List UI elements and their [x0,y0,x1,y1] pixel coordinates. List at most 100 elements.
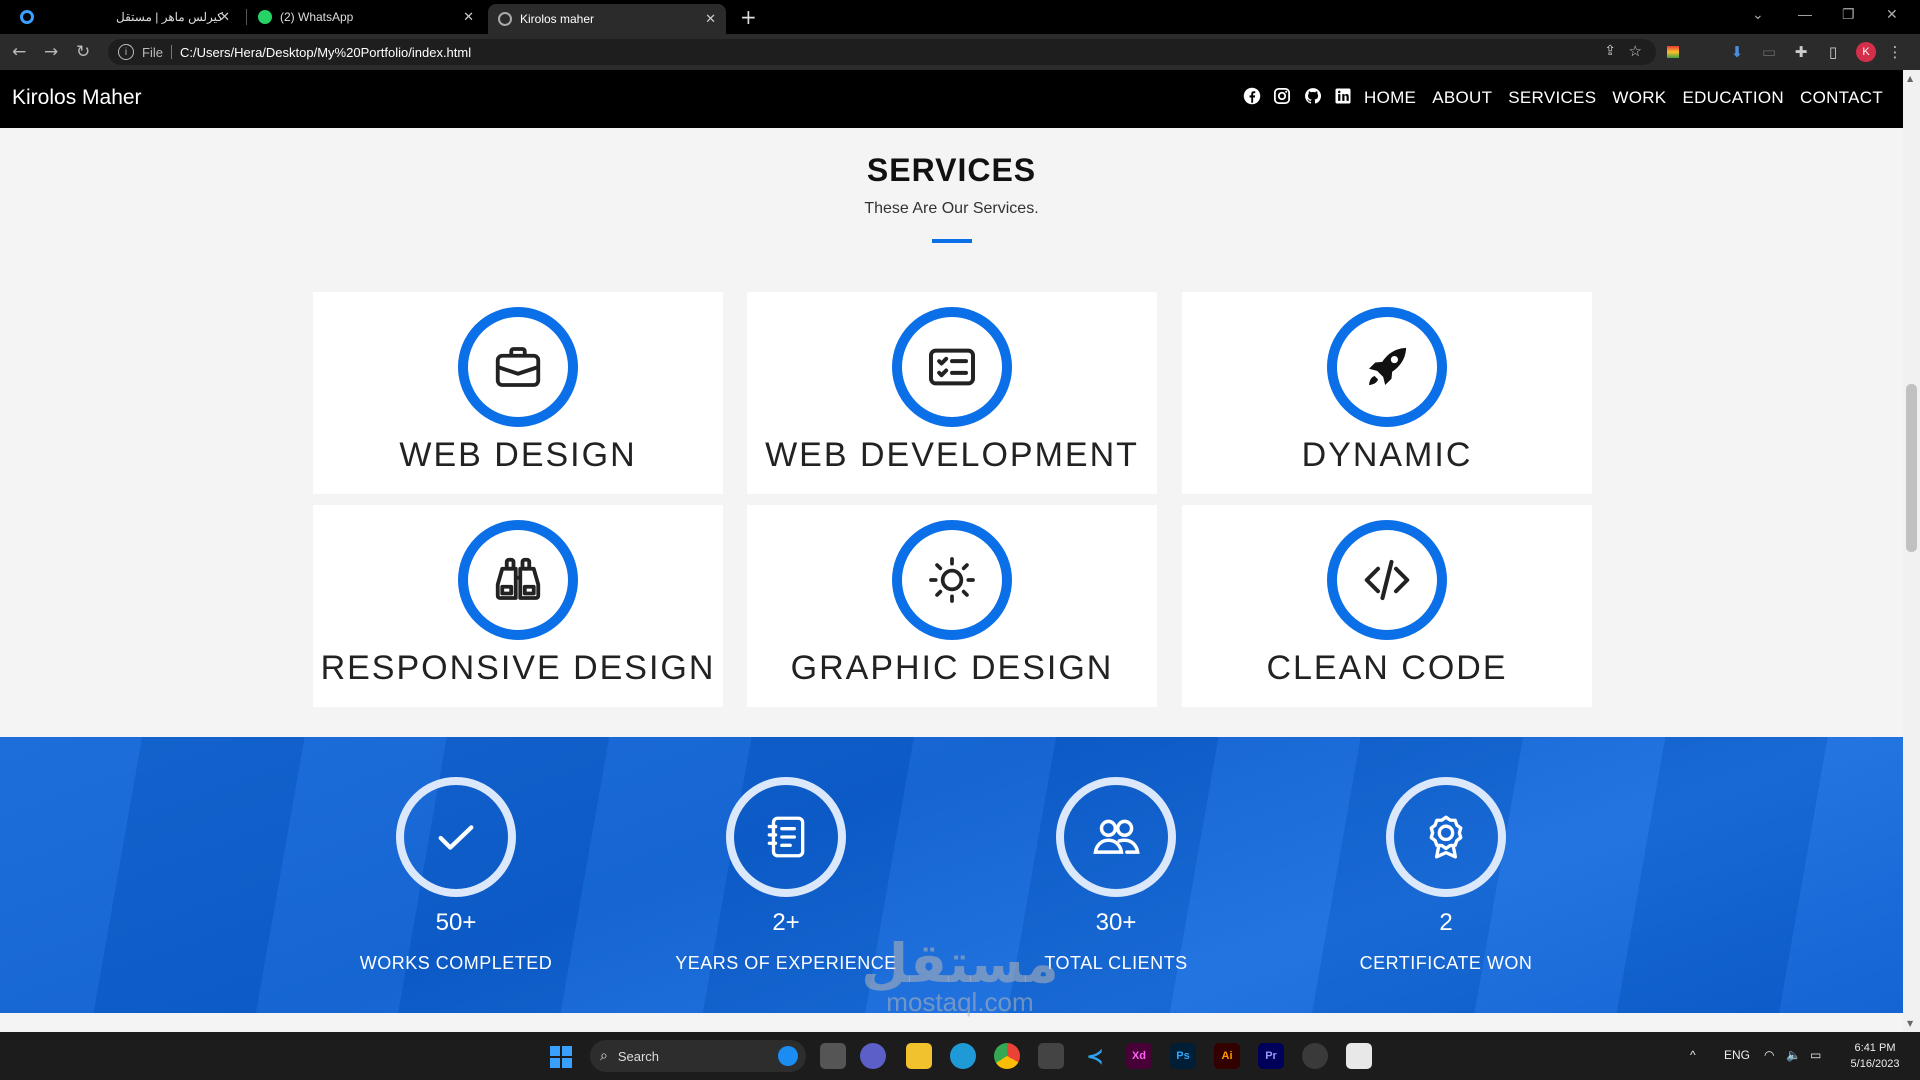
scrollbar-thumb[interactable] [1906,384,1917,552]
service-card-graphic-design: GRAPHIC DESIGN [747,505,1157,707]
services-title: SERVICES [866,152,1037,188]
service-label: RESPONSIVE DESIGN [320,649,716,687]
premiere-icon[interactable]: Pr [1258,1043,1284,1069]
service-icon-ring [892,307,1012,427]
stat-certificate-won: 2 CERTIFICATE WON [1326,777,1566,974]
chrome-icon[interactable] [994,1043,1020,1069]
close-icon[interactable]: ✕ [463,9,474,25]
github-icon[interactable] [1304,87,1322,105]
extension-gray-icon[interactable]: ▭ [1760,43,1778,61]
nav-about[interactable]: ABOUT [1432,88,1492,108]
facebook-icon[interactable] [1243,87,1261,105]
scroll-down-icon[interactable]: ▼ [1907,1019,1913,1028]
nav-services[interactable]: SERVICES [1508,88,1596,108]
task-view-icon[interactable] [820,1043,846,1069]
close-icon[interactable]: ✕ [219,9,230,25]
address-bar[interactable]: i File C:/Users/Hera/Desktop/My%20Portfo… [108,39,1656,65]
obs-icon[interactable] [1302,1043,1328,1069]
photoshop-icon[interactable]: Ps [1170,1043,1196,1069]
instagram-icon[interactable] [1273,87,1291,105]
stat-caption: WORKS COMPLETED [359,953,553,973]
title-underline [932,239,972,243]
search-icon: ⌕ [600,1048,608,1064]
service-card-web-development: WEB DEVELOPMENT [747,292,1157,494]
xd-icon[interactable]: Xd [1126,1043,1152,1069]
service-icon-ring [458,520,578,640]
clock-time: 6:41 PM [1854,1042,1896,1054]
vscode-icon[interactable]: ≺ [1082,1043,1108,1069]
tab-mostaql[interactable]: كيرلس ماهر | مستقل ✕ [104,0,240,34]
minimize-button[interactable]: — [1798,6,1812,22]
close-window-button[interactable]: ✕ [1886,6,1898,23]
mostaql-watermark: مستقل mostaql.com [845,935,1075,1018]
services-section: SERVICES These Are Our Services. WEB DES… [0,128,1903,737]
download-extension-icon[interactable]: ⬇ [1728,43,1746,61]
tab-title: Kirolos maher [520,12,595,26]
extensions-puzzle-icon[interactable]: ✚ [1792,43,1810,61]
stat-icon-ring [396,777,516,897]
service-card-responsive-design: RESPONSIVE DESIGN [313,505,723,707]
volume-icon[interactable]: 🔈 [1786,1048,1801,1062]
service-card-web-design: WEB DESIGN [313,292,723,494]
tab-kirolos[interactable]: Kirolos maher ✕ [488,4,726,34]
code-icon [1364,559,1410,601]
rocket-icon [1369,347,1407,385]
tab-title: كيرلس ماهر | مستقل [116,10,223,24]
page-scrollbar[interactable]: ▲ ▼ [1903,70,1920,1032]
award-icon [1429,815,1463,859]
tray-chevron-icon[interactable]: ^ [1690,1048,1696,1062]
service-label: GRAPHIC DESIGN [790,649,1114,687]
nav-home[interactable]: HOME [1364,88,1416,108]
snipping-tool-icon[interactable] [1346,1043,1372,1069]
nav-education[interactable]: EDUCATION [1682,88,1784,108]
stat-value: 2 [1439,909,1453,936]
illustrator-icon[interactable]: Ai [1214,1043,1240,1069]
site-nav-links: HOME ABOUT SERVICES WORK EDUCATION CONTA… [1364,88,1883,108]
input-language[interactable]: ENG [1724,1048,1750,1062]
edge-icon[interactable] [950,1043,976,1069]
file-explorer-icon[interactable] [906,1043,932,1069]
taskbar-clock[interactable]: 6:41 PM 5/16/2023 [1842,1040,1908,1072]
search-label: Search [617,1048,660,1064]
nav-work[interactable]: WORK [1612,88,1666,108]
chat-icon[interactable] [860,1043,886,1069]
new-tab-button[interactable]: + [740,5,757,29]
linkedin-icon[interactable] [1334,87,1352,105]
share-icon[interactable]: ⇪ [1604,43,1616,59]
service-icon-ring [458,307,578,427]
wifi-icon[interactable]: ◠ [1764,1048,1774,1062]
site-brand[interactable]: Kirolos Maher [12,86,142,110]
url-text[interactable]: C:/Users/Hera/Desktop/My%20Portfolio/ind… [180,45,471,60]
service-label: CLEAN CODE [1266,649,1508,687]
side-panel-icon[interactable]: ▯ [1824,43,1842,61]
extension-colors-icon[interactable] [1664,43,1682,61]
service-icon-ring [1327,520,1447,640]
windows-start-icon[interactable] [550,1046,572,1068]
back-button[interactable]: ← [12,42,26,62]
store-icon[interactable] [1038,1043,1064,1069]
taskbar-search[interactable]: ⌕ Search [590,1040,806,1072]
restore-button[interactable]: ❐ [1842,6,1855,23]
nav-contact[interactable]: CONTACT [1800,88,1883,108]
tab-whatsapp[interactable]: (2) WhatsApp ✕ [250,0,484,34]
tab-search-chevron-icon[interactable]: ⌄ [1752,6,1764,23]
more-menu-icon[interactable]: ⋮ [1886,43,1904,61]
stat-caption: CERTIFICATE WON [1359,953,1533,973]
browser-tab-strip: كيرلس ماهر | مستقل ✕ (2) WhatsApp ✕ Kiro… [0,0,1920,34]
bing-icon [778,1046,798,1066]
battery-icon[interactable]: ▭ [1810,1048,1821,1062]
profile-avatar[interactable]: K [1856,42,1876,62]
windows-taskbar: ⌕ Search ≺ Xd Ps Ai Pr ^ ENG ◠ 🔈 ▭ 6:41 … [0,1032,1920,1080]
reload-button[interactable]: ↻ [76,42,90,62]
close-icon[interactable]: ✕ [705,11,716,27]
people-icon [1093,819,1140,854]
globe-icon [498,12,512,26]
stat-icon-ring [1386,777,1506,897]
scroll-up-icon[interactable]: ▲ [1907,74,1913,83]
forward-button[interactable]: → [44,42,58,62]
service-label: DYNAMIC [1301,436,1473,474]
info-icon[interactable]: i [118,44,134,60]
bookmark-star-icon[interactable]: ☆ [1629,42,1642,60]
service-label: WEB DESIGN [399,436,637,474]
watermark-arabic: مستقل [861,932,1059,995]
